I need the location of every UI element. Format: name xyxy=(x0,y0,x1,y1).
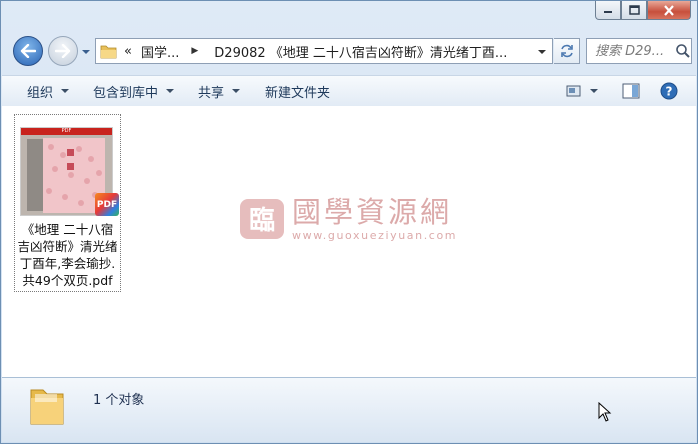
chevron-down-icon xyxy=(232,89,241,93)
explorer-window: « 国学... ▶ D29082 《地理 二十八宿吉凶符断》清光绪丁酉... 搜… xyxy=(0,0,698,444)
breadcrumb-current[interactable]: D29082 《地理 二十八宿吉凶符断》清光绪丁酉... xyxy=(214,42,507,61)
address-dropdown-icon[interactable] xyxy=(537,46,547,61)
address-bar[interactable]: « 国学... ▶ D29082 《地理 二十八宿吉凶符断》清光绪丁酉... xyxy=(95,38,553,64)
folder-large-icon xyxy=(30,389,64,425)
help-icon: ? xyxy=(660,82,678,100)
help-button[interactable]: ? xyxy=(656,78,682,104)
breadcrumb-root[interactable]: 国学... xyxy=(141,42,179,61)
organize-label: 组织 xyxy=(27,85,54,101)
chevron-down-icon xyxy=(590,89,598,93)
forward-button[interactable] xyxy=(48,36,78,66)
new-folder-button[interactable]: 新建文件夹 xyxy=(257,78,338,104)
arrow-right-icon xyxy=(55,44,71,58)
pdf-badge-label: PDF xyxy=(96,199,118,210)
watermark-logo: 臨 國學資源網 www.guoxueziyuan.com xyxy=(238,195,457,243)
file-name-line: 共49个双页.pdf xyxy=(22,273,113,288)
search-box xyxy=(586,38,692,64)
preview-pane-icon xyxy=(622,83,640,99)
file-name[interactable]: 《地理 二十八宿 吉凶符断》清光绪 丁酉年,李会瑜抄. 共49个双页.pdf xyxy=(15,221,120,289)
breadcrumb-separator-icon[interactable]: ▶ xyxy=(191,46,198,56)
svg-text:臨: 臨 xyxy=(249,206,275,236)
search-input[interactable] xyxy=(587,43,675,59)
file-name-line: 丁酉年,李会瑜抄. xyxy=(19,256,116,271)
include-in-library-label: 包含到库中 xyxy=(93,85,159,101)
watermark-url: www.guoxueziyuan.com xyxy=(292,229,458,242)
maximize-button[interactable] xyxy=(621,1,647,20)
address-row: « 国学... ▶ D29082 《地理 二十八宿吉凶符断》清光绪丁酉... xyxy=(1,36,697,68)
change-view-button[interactable] xyxy=(562,78,602,104)
search-icon[interactable] xyxy=(675,43,691,59)
file-name-line: 吉凶符断》清光绪 xyxy=(17,239,118,254)
folder-icon xyxy=(100,45,117,59)
minimize-button[interactable] xyxy=(595,1,621,20)
mouse-cursor-icon xyxy=(598,402,612,422)
refresh-icon xyxy=(560,44,573,58)
svg-text:?: ? xyxy=(666,85,673,99)
command-bar: 组织 包含到库中 共享 新建文件夹 ? xyxy=(2,75,696,107)
watermark-seal-icon: 臨 xyxy=(240,199,284,239)
file-list-area[interactable]: PDF PDF 《地理 二十八宿 吉凶符断》清光绪 丁酉年,李会瑜抄. 共49个… xyxy=(2,106,696,377)
recent-pages-dropdown[interactable] xyxy=(81,46,91,58)
breadcrumb-overflow[interactable]: « xyxy=(124,44,132,59)
chevron-down-icon xyxy=(82,50,90,54)
include-in-library-menu[interactable]: 包含到库中 xyxy=(85,78,182,104)
minimize-icon xyxy=(604,11,612,13)
chevron-down-icon xyxy=(61,89,70,93)
file-name-line: 《地理 二十八宿 xyxy=(21,222,114,237)
preview-pane-button[interactable] xyxy=(618,78,644,104)
chevron-down-icon xyxy=(166,89,175,93)
maximize-icon xyxy=(628,5,640,15)
view-options-icon xyxy=(566,85,581,97)
close-icon xyxy=(664,4,674,16)
share-label: 共享 xyxy=(198,85,225,101)
share-menu[interactable]: 共享 xyxy=(190,78,248,104)
organize-menu[interactable]: 组织 xyxy=(19,78,77,104)
close-button[interactable] xyxy=(647,1,691,20)
item-count: 1 个对象 xyxy=(93,393,145,408)
caption-buttons xyxy=(595,1,691,20)
back-button[interactable] xyxy=(13,36,43,66)
refresh-button[interactable] xyxy=(554,38,580,64)
watermark-title: 國學資源網 xyxy=(292,195,453,229)
watermark-text-block: 國學資源網 www.guoxueziyuan.com xyxy=(292,196,457,242)
new-folder-label: 新建文件夹 xyxy=(265,85,331,101)
arrow-left-icon xyxy=(20,44,36,58)
pdf-badge-icon: PDF xyxy=(95,193,119,216)
thumbnail-pdf-banner: PDF xyxy=(21,128,112,135)
file-item-pdf[interactable]: PDF PDF 《地理 二十八宿 吉凶符断》清光绪 丁酉年,李会瑜抄. 共49个… xyxy=(14,114,121,292)
details-pane: 1 个对象 xyxy=(2,377,696,442)
